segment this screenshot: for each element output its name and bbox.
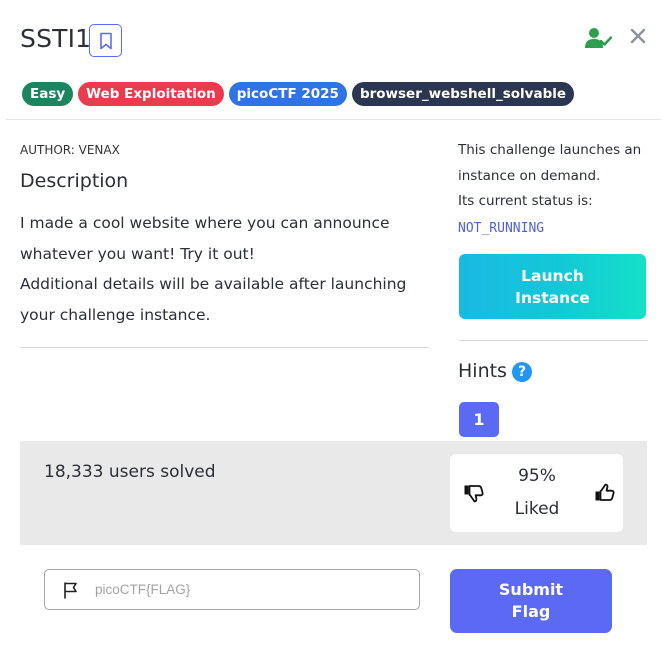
hint-button[interactable]: 1 [459, 402, 499, 437]
challenge-title: SSTI1 [20, 24, 92, 53]
hints-heading: Hints [458, 360, 507, 382]
author-label: AUTHOR: VENAX [20, 143, 120, 157]
user-check-icon [585, 28, 612, 48]
bookmark-icon [99, 32, 112, 49]
instance-status-label: Its current status is: [458, 193, 593, 209]
flag-field [44, 569, 420, 610]
instance-description: This challenge launches an instance on d… [458, 142, 642, 184]
liked-label: Liked [514, 499, 560, 519]
instance-info: This challenge launches an instance on d… [458, 138, 648, 215]
tag-list: Easy Web Exploitation picoCTF 2025 brows… [22, 82, 575, 106]
flag-icon [64, 582, 77, 599]
thumbs-up-icon[interactable] [594, 483, 616, 503]
instance-status: NOT_RUNNING [458, 221, 545, 236]
tag-category[interactable]: Web Exploitation [78, 82, 224, 106]
help-icon[interactable]: ? [512, 362, 532, 382]
submit-flag-button[interactable]: Submit Flag [450, 569, 612, 633]
tag-event[interactable]: picoCTF 2025 [228, 82, 347, 106]
description-body: I made a cool website where you can anno… [20, 208, 440, 330]
description-line: I made a cool website where you can anno… [20, 214, 390, 263]
description-heading: Description [20, 170, 129, 192]
tag-difficulty[interactable]: Easy [22, 82, 74, 106]
launch-instance-button[interactable]: Launch Instance [459, 254, 646, 319]
flag-input[interactable] [95, 570, 405, 609]
tag-webshell[interactable]: browser_webshell_solvable [351, 82, 575, 106]
divider [459, 340, 648, 341]
divider [6, 119, 662, 120]
divider [20, 347, 429, 348]
bookmark-button[interactable] [89, 24, 122, 57]
solved-count: 18,333 users solved [44, 462, 216, 482]
close-button[interactable] [628, 26, 648, 46]
description-line: Additional details will be available aft… [20, 275, 407, 324]
liked-percent: 95% [518, 466, 556, 486]
close-icon [630, 28, 646, 44]
thumbs-down-icon[interactable] [463, 483, 485, 503]
